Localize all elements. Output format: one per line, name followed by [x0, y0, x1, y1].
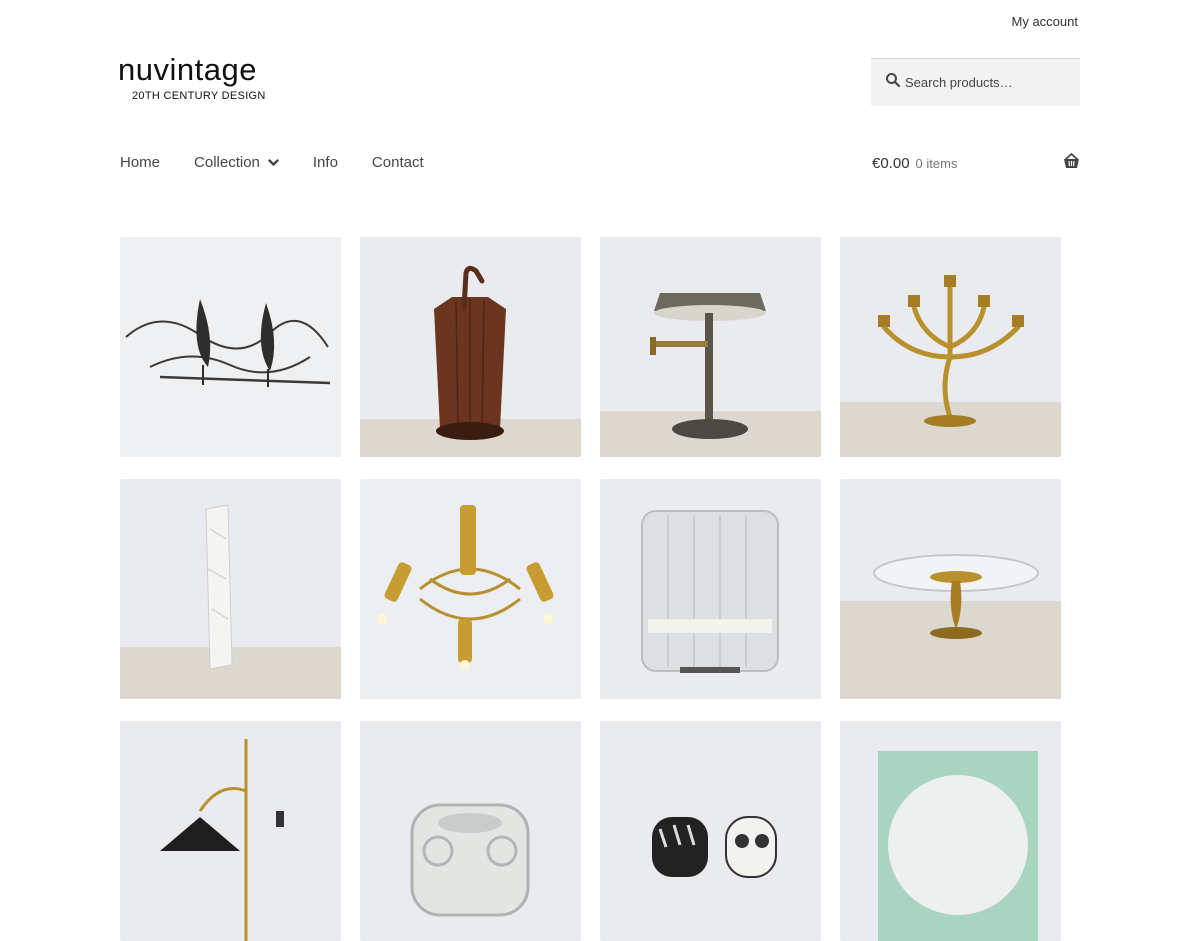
nav-home[interactable]: Home [120, 154, 160, 171]
product-tile-desk-lamp[interactable] [600, 237, 821, 457]
search-input[interactable] [905, 59, 1075, 105]
nav-collection[interactable]: Collection [194, 154, 279, 171]
nav-contact-label: Contact [371, 154, 424, 171]
product-image [360, 479, 581, 699]
basket-icon[interactable] [1063, 153, 1080, 169]
site-logo[interactable]: nuvintage 20TH CENTURY DESIGN [118, 52, 288, 104]
main-nav: Home Collection Info Contact [120, 154, 458, 171]
product-tile-floor-lamp[interactable] [120, 721, 341, 941]
product-image [600, 721, 821, 941]
product-tile-owl-figurines[interactable] [600, 721, 821, 941]
cart-summary[interactable]: €0.00 0 items [872, 153, 1080, 172]
product-image [600, 237, 821, 457]
product-image [360, 237, 581, 457]
product-tile-umbrella-stand[interactable] [360, 237, 581, 457]
nav-info-label: Info [312, 154, 338, 171]
product-tile-vase[interactable] [120, 479, 341, 699]
nav-contact[interactable]: Contact [372, 154, 424, 171]
product-grid [120, 237, 1061, 941]
product-image [120, 237, 341, 457]
cart-amount: €0.00 [872, 155, 910, 172]
product-image [120, 479, 341, 699]
product-image [360, 721, 581, 941]
search-box[interactable] [871, 58, 1080, 106]
chevron-down-icon[interactable] [268, 158, 279, 167]
svg-text:nuvintage: nuvintage [118, 52, 257, 87]
nav-info[interactable]: Info [313, 154, 338, 171]
product-image [840, 237, 1061, 457]
product-tile-wall-sculpture[interactable] [120, 237, 341, 457]
product-tile-glass-dish[interactable] [840, 479, 1061, 699]
my-account-link[interactable]: My account [1012, 14, 1078, 29]
nav-home-label: Home [120, 154, 161, 171]
product-tile-ceiling-lamp[interactable] [360, 479, 581, 699]
product-image [840, 479, 1061, 699]
search-icon [886, 73, 901, 88]
product-tile-candle-holder[interactable] [360, 721, 581, 941]
svg-text:20TH CENTURY DESIGN: 20TH CENTURY DESIGN [132, 90, 266, 102]
product-image [120, 721, 341, 941]
product-tile-mirror[interactable] [840, 721, 1061, 941]
cart-count: 0 items [915, 156, 958, 171]
product-tile-candelabra[interactable] [840, 237, 1061, 457]
product-tile-wall-sconce[interactable] [600, 479, 821, 699]
product-image [840, 721, 1061, 941]
nav-collection-label: Collection [194, 154, 260, 171]
product-image [600, 479, 821, 699]
